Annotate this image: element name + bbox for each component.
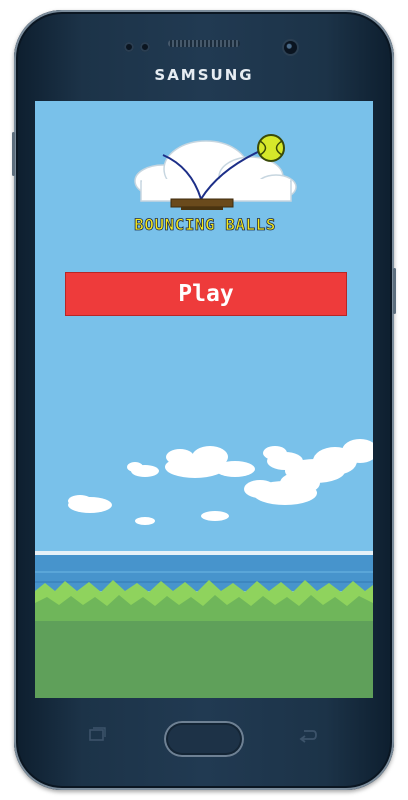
background-scenery bbox=[35, 439, 373, 698]
logo-title: BOUNCING BALLS bbox=[134, 215, 276, 234]
front-camera-icon bbox=[284, 41, 297, 54]
cloud-decoration bbox=[263, 439, 373, 483]
play-button[interactable]: Play bbox=[65, 272, 347, 316]
recent-apps-icon[interactable] bbox=[88, 727, 106, 747]
volume-button[interactable] bbox=[12, 132, 15, 176]
game-screen[interactable]: BOUNCING BALLS Play bbox=[35, 101, 373, 698]
light-sensor-icon bbox=[140, 42, 150, 52]
game-logo: BOUNCING BALLS bbox=[134, 134, 297, 234]
cloud-decoration bbox=[165, 446, 255, 478]
cloud-decoration bbox=[127, 462, 159, 477]
cloud-decoration bbox=[244, 472, 320, 505]
back-arrow-icon[interactable] bbox=[298, 727, 318, 747]
cloud-decoration bbox=[68, 495, 112, 513]
home-button-icon[interactable] bbox=[164, 721, 244, 757]
proximity-sensor-icon bbox=[124, 42, 134, 52]
brand-logo: SAMSUNG bbox=[154, 66, 254, 84]
earpiece-speaker bbox=[168, 40, 240, 47]
tennis-ball-icon bbox=[257, 134, 285, 162]
cloud-decoration bbox=[135, 511, 229, 525]
play-button-label: Play bbox=[178, 281, 234, 307]
power-button[interactable] bbox=[393, 268, 396, 314]
logo-paddle bbox=[170, 198, 234, 208]
